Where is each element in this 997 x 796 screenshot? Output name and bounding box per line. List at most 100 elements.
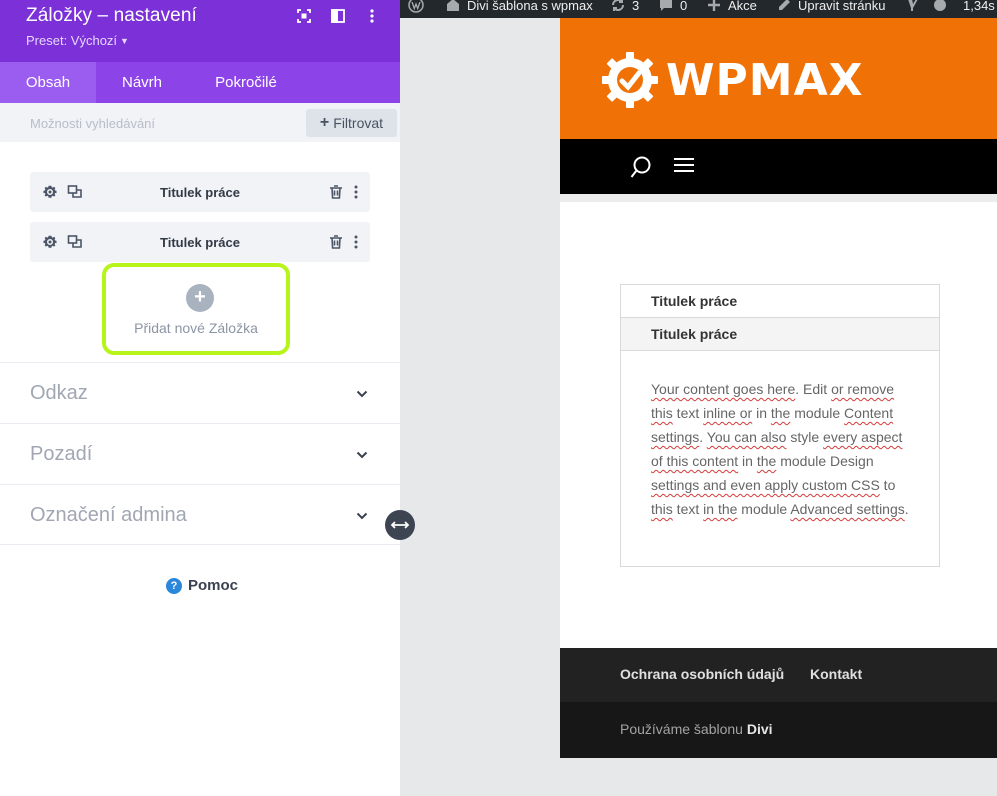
add-new-tab-button[interactable]: + Přidat nové Záložka (102, 263, 290, 355)
tab-title-2[interactable]: Titulek práce (621, 318, 939, 351)
panel-tabs: Obsah Návrh Pokročilé (0, 62, 400, 103)
pencil-icon (779, 0, 790, 10)
more-vertical-icon[interactable] (348, 234, 364, 250)
section-label: Pozadí (30, 443, 93, 465)
chevron-down-icon (356, 387, 368, 399)
content-text-segment: style (786, 429, 824, 445)
content-text-segment: module (737, 501, 791, 517)
content-text-segment: or remove (831, 381, 895, 397)
footer-link-privacy[interactable]: Ochrana osobních údajů (620, 666, 784, 682)
search-icon[interactable] (630, 155, 652, 179)
footer-bottom: Používáme šablonu Divi (560, 702, 997, 758)
adminbar-site-name[interactable]: Divi šablona s wpmax (445, 0, 593, 15)
section-label: Označení admina (30, 504, 187, 526)
home-icon (447, 0, 459, 11)
content-text-segment: text (672, 405, 704, 421)
refresh-icon (612, 0, 624, 11)
help-icon: ? (166, 577, 182, 594)
adminbar-yoast[interactable] (905, 0, 927, 15)
wordpress-logo-icon[interactable] (408, 0, 430, 15)
footer-credit: Používáme šablonu Divi (620, 721, 773, 737)
more-vertical-icon[interactable] (362, 8, 382, 24)
status-circle-icon (934, 0, 946, 11)
header-divider (560, 194, 997, 202)
section-background[interactable]: Pozadí (0, 423, 400, 484)
updates-count: 3 (632, 0, 640, 13)
content-text-segment: this (651, 501, 673, 517)
yoast-icon (908, 0, 918, 11)
caret-down-icon: ▼ (120, 36, 129, 46)
plus-icon: + (319, 114, 330, 131)
fullscreen-icon[interactable] (294, 8, 314, 24)
tab-title-1[interactable]: Titulek práce (621, 285, 939, 318)
content-text-segment: to (879, 477, 896, 493)
more-vertical-icon[interactable] (348, 184, 364, 200)
content-text-segment: inline or (703, 405, 753, 421)
comment-icon (660, 0, 672, 11)
panel-header-actions (294, 8, 382, 24)
load-time: 1,34s (963, 0, 995, 13)
new-label: Akce (728, 0, 757, 13)
content-text-segment: Advanced settings (790, 501, 905, 517)
tab-item[interactable]: Titulek práce (30, 222, 370, 262)
content-text-segment: in (752, 405, 771, 421)
preset-selector[interactable]: Preset: Výchozí ▼ (26, 33, 129, 48)
filter-button[interactable]: + Filtrovat (306, 109, 397, 137)
split-view-icon[interactable] (328, 8, 348, 24)
wp-admin-bar: Divi šablona s wpmax 3 0 Akce Upravit st… (400, 0, 997, 18)
content-text-segment: You can also (706, 429, 787, 445)
content-text-segment: the (770, 405, 791, 421)
logo-text: WPMAX (666, 54, 864, 106)
panel-resize-handle[interactable] (385, 510, 415, 540)
content-text-segment: . (904, 501, 909, 517)
content-text-segment: settings and even apply custom CSS (651, 477, 880, 493)
site-nav (560, 139, 997, 194)
content-text-segment: in (738, 453, 757, 469)
tabs-module: Titulek práce Titulek práce Your content… (620, 284, 940, 567)
comments-count: 0 (680, 0, 688, 13)
content-text-segment: . (699, 429, 707, 445)
tab-design[interactable]: Návrh (96, 62, 188, 103)
chevron-down-icon (356, 509, 368, 521)
adminbar-comments[interactable]: 0 (658, 0, 687, 15)
adminbar-load-time[interactable]: 1,34s (963, 0, 995, 15)
tab-item-label: Titulek práce (160, 235, 240, 250)
content-text-segment: module (790, 405, 845, 421)
tab-content[interactable]: Obsah (0, 62, 96, 103)
help-link[interactable]: ? Pomoc (166, 577, 238, 594)
section-link[interactable]: Odkaz (0, 362, 400, 423)
edit-page-label: Upravit stránku (798, 0, 886, 13)
adminbar-edit-page[interactable]: Upravit stránku (776, 0, 885, 15)
preset-label: Preset: Výchozí (26, 33, 118, 48)
tab-advanced[interactable]: Pokročilé (188, 62, 304, 103)
tab-item-label: Titulek práce (160, 185, 240, 200)
tab-content-text: Your content goes here. Edit or remove t… (621, 351, 939, 566)
content-text-segment: this (651, 405, 673, 421)
footer-menu: Ochrana osobních údajů Kontakt (560, 648, 997, 702)
footer-link-contact[interactable]: Kontakt (810, 666, 862, 682)
trash-icon[interactable] (328, 234, 344, 250)
content-text-segment: . Edit (795, 381, 832, 397)
tab-items-list: Titulek práce Titulek práce (0, 142, 400, 262)
trash-icon[interactable] (328, 184, 344, 200)
site-logo[interactable]: WPMAX (600, 50, 864, 110)
content-text-segment: the (756, 453, 777, 469)
filter-bar: Možnosti vyhledávání + Filtrovat (0, 103, 400, 142)
content-text-segment: module Design (776, 453, 874, 469)
search-options-input[interactable]: Možnosti vyhledávání (30, 116, 155, 131)
hamburger-menu-icon[interactable] (674, 158, 694, 176)
gear-logo-icon (602, 52, 658, 108)
footer-text: Používáme šablonu (620, 721, 743, 737)
panel-title: Záložky – nastavení (26, 5, 197, 26)
add-new-tab-label: Přidat nové Záložka (134, 320, 258, 336)
adminbar-status-dot[interactable] (932, 0, 954, 15)
help-label: Pomoc (188, 577, 239, 594)
adminbar-new[interactable]: Akce (706, 0, 757, 15)
chevron-down-icon (356, 448, 368, 460)
section-label: Odkaz (30, 382, 88, 404)
adminbar-updates[interactable]: 3 (610, 0, 639, 15)
settings-sections: Odkaz Pozadí Označení admina (0, 362, 400, 545)
section-admin-label[interactable]: Označení admina (0, 484, 400, 545)
tab-item[interactable]: Titulek práce (30, 172, 370, 212)
plus-circle-icon: + (186, 284, 214, 312)
